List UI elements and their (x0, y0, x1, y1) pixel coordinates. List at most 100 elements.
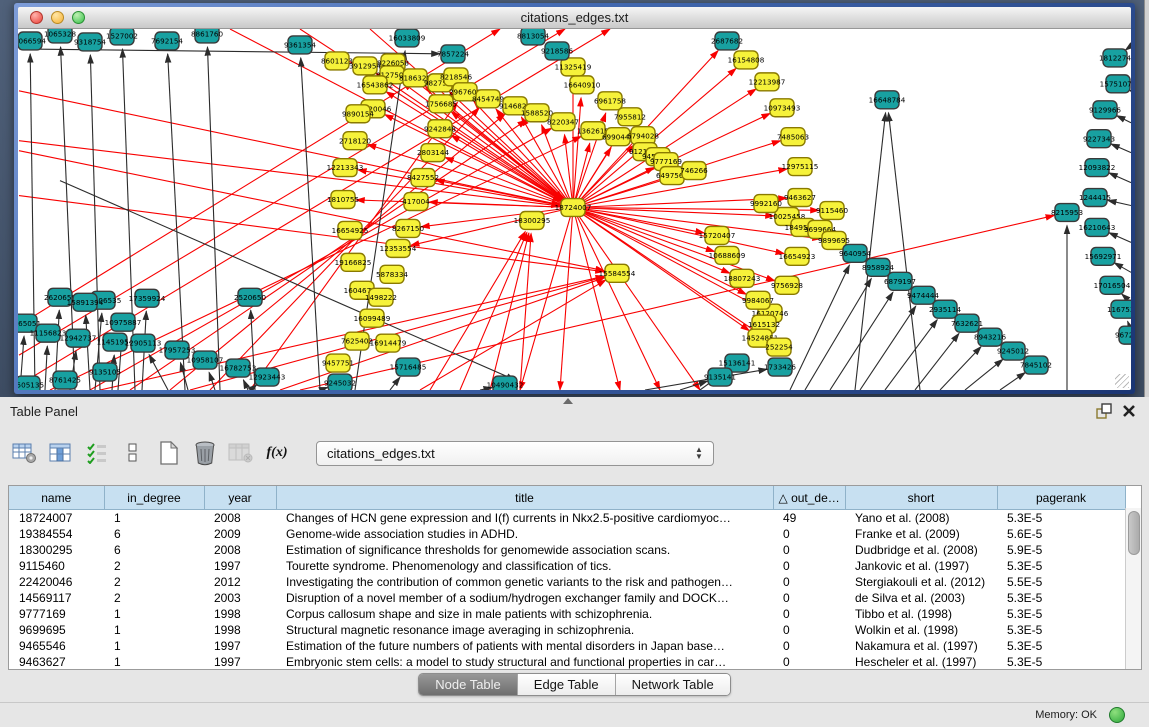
table-cell[interactable]: 1 (104, 622, 204, 638)
network-canvas[interactable]: 1872400786011233912954822605881275081654… (18, 29, 1131, 390)
table-row[interactable]: 977716911998Corpus callosum shape and si… (9, 606, 1125, 622)
float-window-icon[interactable] (1096, 403, 1113, 420)
table-cell[interactable]: Disruption of a novel member of a sodium… (276, 590, 773, 606)
table-cell[interactable]: 5.9E-5 (997, 542, 1125, 558)
graph-edge[interactable] (411, 208, 573, 246)
table-cell[interactable]: 9465546 (9, 638, 104, 654)
table-cell[interactable]: 6 (104, 526, 204, 542)
graph-edge[interactable] (168, 54, 185, 390)
table-cell[interactable]: 9115460 (9, 558, 104, 574)
table-cell[interactable]: 1997 (204, 638, 276, 654)
graph-edge[interactable] (1117, 116, 1131, 123)
table-cell[interactable]: 0 (773, 622, 845, 638)
select-rows-button[interactable] (84, 439, 110, 467)
graph-edge[interactable] (30, 54, 35, 390)
graph-edge[interactable] (1114, 263, 1131, 273)
graph-edge[interactable] (520, 233, 531, 390)
table-cell[interactable]: 0 (773, 590, 845, 606)
table-cell[interactable]: 9777169 (9, 606, 104, 622)
graph-edge[interactable] (830, 292, 893, 390)
table-cell[interactable]: Changes of HCN gene expression and I(f) … (276, 510, 773, 527)
table-cell[interactable]: Stergiakouli et al. (2012) (845, 574, 997, 590)
table-scrollbar-thumb[interactable] (1128, 511, 1140, 555)
table-cell[interactable]: Yano et al. (2008) (845, 510, 997, 527)
table-cell[interactable]: 0 (773, 606, 845, 622)
table-cell[interactable]: 5.3E-5 (997, 622, 1125, 638)
close-button[interactable] (30, 11, 43, 24)
zoom-button[interactable] (72, 11, 85, 24)
graph-edge[interactable] (860, 306, 916, 390)
table-cell[interactable]: 6 (104, 542, 204, 558)
minimize-button[interactable] (51, 11, 64, 24)
table-cell[interactable]: 0 (773, 654, 845, 670)
table-row[interactable]: 946362711997Embryonic stem cells: a mode… (9, 654, 1125, 670)
select-columns-button[interactable] (48, 439, 74, 467)
table-cell[interactable]: Estimation of the future numbers of pati… (276, 638, 773, 654)
table-cell[interactable]: 18724007 (9, 510, 104, 527)
table-cell[interactable]: 2009 (204, 526, 276, 542)
graph-edge[interactable] (243, 380, 248, 390)
column-header-out-de-[interactable]: △ out_de… (773, 486, 845, 510)
graph-edge[interactable] (390, 377, 400, 390)
table-row[interactable]: 1830029562008Estimation of significance … (9, 542, 1125, 558)
table-cell[interactable]: Nakamura et al. (1997) (845, 638, 997, 654)
table-cell[interactable]: 5.6E-5 (997, 526, 1125, 542)
tab-node-table[interactable]: Node Table (419, 674, 518, 695)
table-cell[interactable]: Investigating the contribution of common… (276, 574, 773, 590)
table-cell[interactable]: 5.3E-5 (997, 590, 1125, 606)
graph-edge[interactable] (885, 320, 937, 390)
table-cell[interactable]: 2003 (204, 590, 276, 606)
graph-edge[interactable] (320, 387, 328, 390)
table-cell[interactable]: Structural magnetic resonance image aver… (276, 622, 773, 638)
column-header-short[interactable]: short (845, 486, 997, 510)
graph-edge[interactable] (207, 47, 220, 390)
network-view-window[interactable]: citations_edges.txt 18724007860112339129… (14, 3, 1135, 394)
window-titlebar[interactable]: citations_edges.txt (18, 7, 1131, 29)
graph-edge[interactable] (1109, 173, 1131, 183)
graph-edge[interactable] (1000, 372, 1025, 390)
table-scrollbar[interactable] (1125, 508, 1141, 669)
table-cell[interactable]: 1998 (204, 622, 276, 638)
table-cell[interactable]: 2 (104, 590, 204, 606)
table-cell[interactable]: 1998 (204, 606, 276, 622)
table-row[interactable]: 1938455462009Genome-wide association stu… (9, 526, 1125, 542)
table-cell[interactable]: 1 (104, 638, 204, 654)
table-cell[interactable]: 5.5E-5 (997, 574, 1125, 590)
table-cell[interactable]: 0 (773, 542, 845, 558)
table-cell[interactable]: 19384554 (9, 526, 104, 542)
table-cell[interactable]: Dudbridge et al. (2008) (845, 542, 997, 558)
column-header-year[interactable]: year (204, 486, 276, 510)
table-cell[interactable]: Hescheler et al. (1997) (845, 654, 997, 670)
graph-edge[interactable] (915, 333, 959, 390)
table-cell[interactable]: 5.3E-5 (997, 510, 1125, 527)
delete-columns-button[interactable] (228, 439, 254, 467)
graph-edge[interactable] (460, 232, 527, 390)
graph-edge[interactable] (1109, 233, 1131, 243)
table-cell[interactable]: 0 (773, 526, 845, 542)
graph-edge[interactable] (301, 58, 320, 390)
table-cell[interactable]: Estimation of significance thresholds fo… (276, 542, 773, 558)
table-cell[interactable]: 9699695 (9, 622, 104, 638)
table-row[interactable]: 969969511998Structural magnetic resonanc… (9, 622, 1125, 638)
table-cell[interactable]: de Silva et al. (2003) (845, 590, 997, 606)
table-cell[interactable]: 1 (104, 654, 204, 670)
table-cell[interactable]: 22420046 (9, 574, 104, 590)
tab-network-table[interactable]: Network Table (616, 674, 730, 695)
graph-edge[interactable] (1108, 200, 1131, 205)
graph-edge[interactable] (280, 278, 605, 390)
table-cell[interactable]: 2008 (204, 510, 276, 527)
table-cell[interactable]: 0 (773, 638, 845, 654)
graph-edge[interactable] (965, 359, 1003, 390)
graph-edge[interactable] (60, 181, 515, 380)
graph-edge[interactable] (573, 208, 700, 390)
close-panel-icon[interactable] (1121, 403, 1137, 419)
table-row[interactable]: 1872400712008Changes of HCN gene express… (9, 510, 1125, 527)
table-cell[interactable]: Wolkin et al. (1998) (845, 622, 997, 638)
column-header-name[interactable]: name (9, 486, 104, 510)
table-cell[interactable]: 9463627 (9, 654, 104, 670)
table-cell[interactable]: Jankovic et al. (1997) (845, 558, 997, 574)
table-cell[interactable]: 1 (104, 510, 204, 527)
network-canvas-svg[interactable]: 1872400786011233912954822605881275081654… (18, 29, 1131, 390)
table-row[interactable]: 911546021997Tourette syndrome. Phenomeno… (9, 558, 1125, 574)
graph-edge[interactable] (1125, 46, 1131, 50)
